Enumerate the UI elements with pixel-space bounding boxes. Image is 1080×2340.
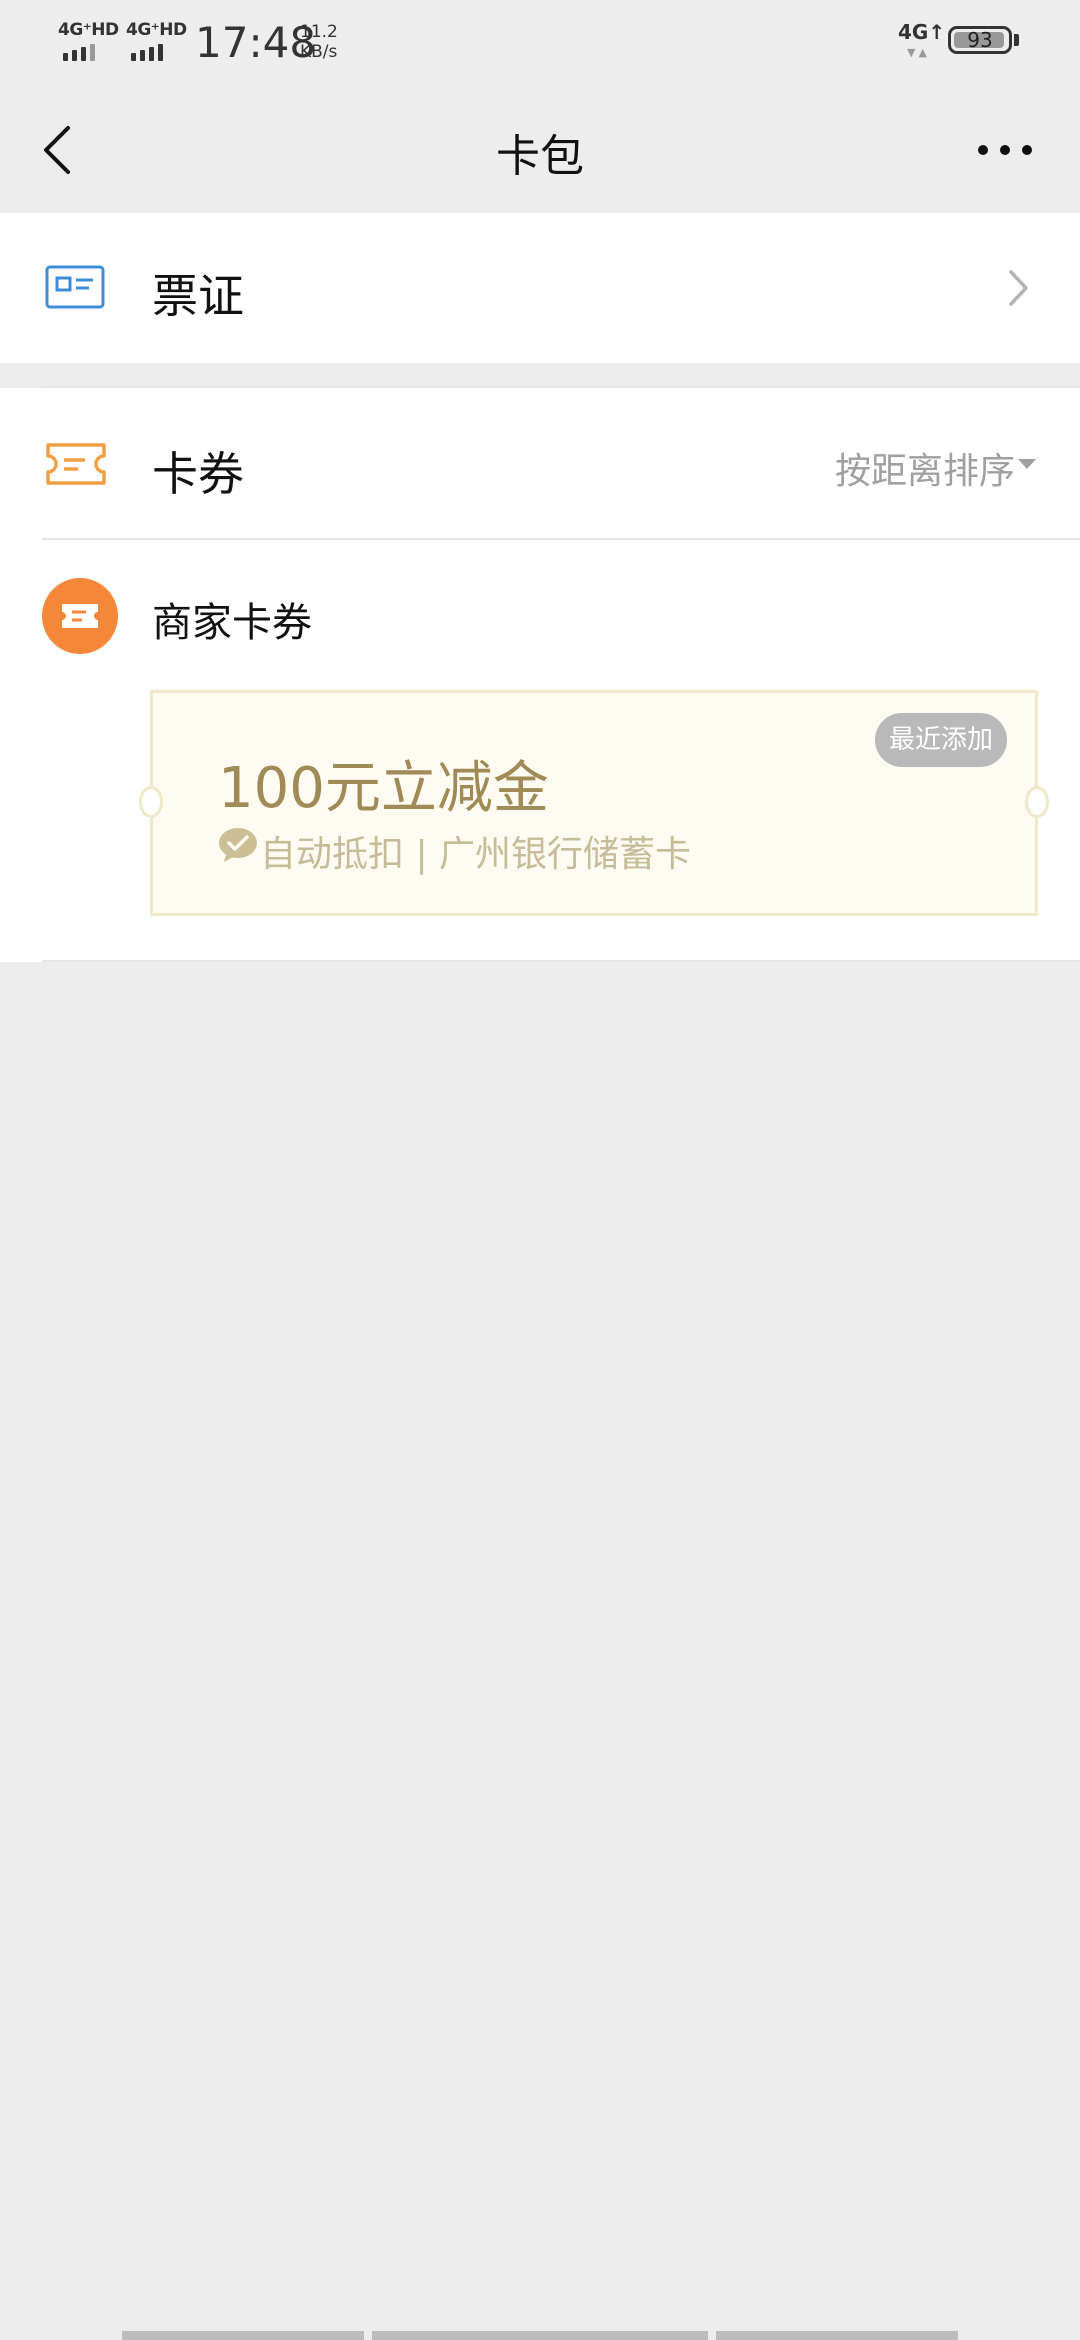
- id-card-icon: [45, 265, 105, 309]
- status-bar: 4G⁺HD 4G⁺HD 17:48 11.2 KB/s 4G↑ ▼▲ 93: [0, 0, 1080, 90]
- network-speed: 11.2 KB/s: [300, 22, 338, 62]
- coupon-subtitle: 自动抵扣 | 广州银行储蓄卡: [260, 834, 692, 875]
- recently-added-badge: 最近添加: [874, 713, 1007, 767]
- nav-bar: 卡包: [0, 90, 1080, 210]
- sim1-signal: 4G⁺HD: [58, 20, 119, 61]
- network-speed-unit: KB/s: [300, 42, 338, 62]
- sim2-signal: 4G⁺HD: [126, 20, 187, 61]
- battery-level: 93: [967, 28, 993, 52]
- gesture-bar-left[interactable]: [122, 2331, 364, 2340]
- network-speed-value: 11.2: [300, 22, 338, 42]
- clock: 17:48: [195, 18, 317, 67]
- divider: [42, 386, 1080, 388]
- battery-tip: [1014, 34, 1019, 46]
- tickets-label: 票证: [152, 269, 244, 323]
- sim1-network-label: 4G⁺HD: [58, 20, 119, 40]
- tickets-row[interactable]: 票证: [0, 213, 1080, 363]
- coupon-title: 100元立减金: [218, 756, 549, 821]
- data-activity-icon: ▼▲: [907, 46, 930, 59]
- coupon-notch-left: [139, 786, 163, 818]
- signal-bars-icon: [63, 42, 99, 61]
- sort-by-distance-dropdown[interactable]: 按距离排序: [835, 442, 1015, 494]
- merchant-coupons-label: 商家卡券: [152, 600, 312, 646]
- network-type-right: 4G↑: [898, 20, 946, 44]
- battery-icon: 93: [948, 26, 1012, 54]
- page-title: 卡包: [496, 131, 584, 182]
- signal-bars-icon: [131, 42, 167, 61]
- divider: [42, 538, 1080, 540]
- chevron-right-icon: [1009, 270, 1028, 306]
- wechat-pay-icon: [219, 828, 257, 862]
- gesture-bar-right[interactable]: [716, 2331, 958, 2340]
- coupon-card[interactable]: 100元立减金 自动抵扣 | 广州银行储蓄卡 最近添加: [139, 690, 1049, 916]
- dropdown-triangle-icon: [1018, 459, 1036, 469]
- more-dots-icon[interactable]: [975, 130, 1035, 170]
- sim2-network-label: 4G⁺HD: [126, 20, 187, 40]
- divider: [42, 960, 1080, 962]
- merchant-coupon-icon: [42, 578, 118, 654]
- gesture-bar-center[interactable]: [372, 2331, 708, 2340]
- coupon-notch-right: [1025, 786, 1049, 818]
- coupons-label: 卡券: [152, 447, 244, 501]
- ticket-icon: [46, 443, 106, 485]
